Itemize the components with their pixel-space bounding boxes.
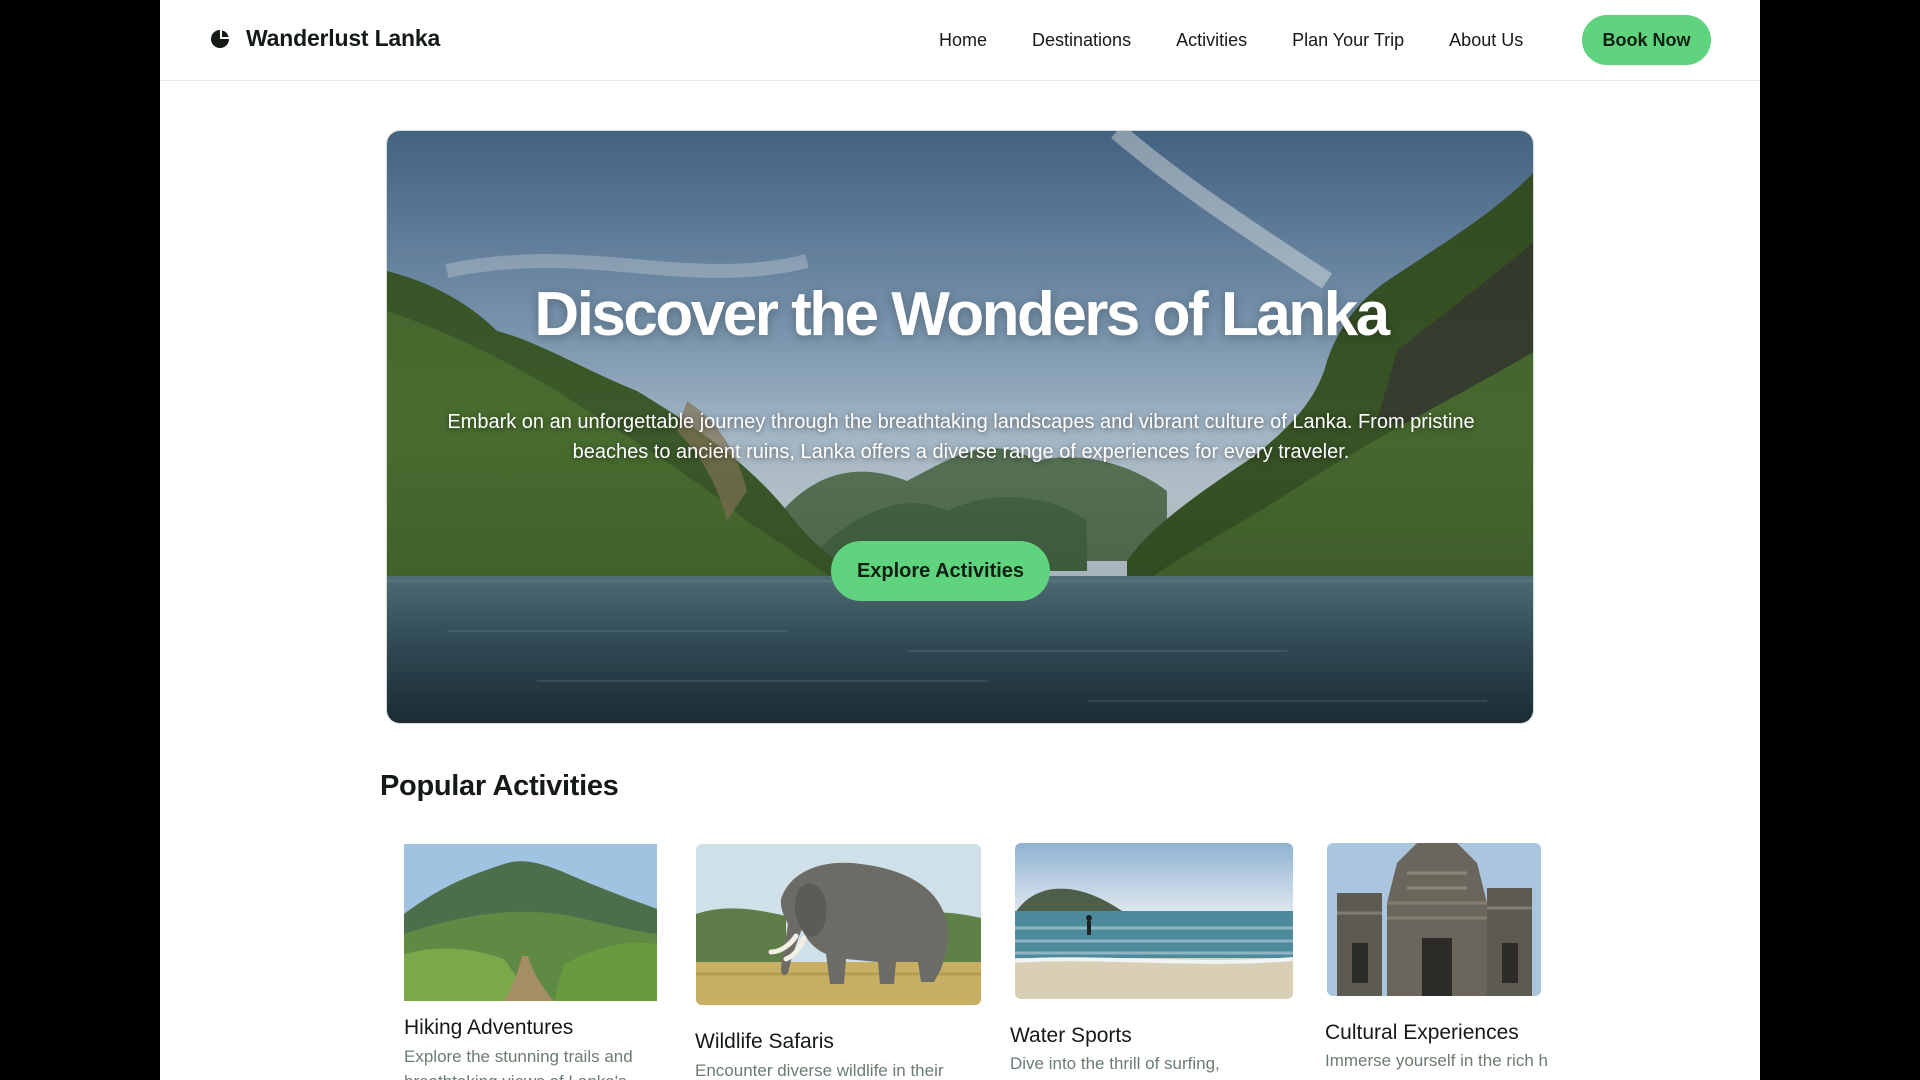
beach-surfer-image bbox=[1015, 843, 1293, 999]
activity-description: Encounter diverse wildlife in their bbox=[695, 1061, 944, 1080]
mountain-trail-image bbox=[404, 844, 657, 1001]
activity-image bbox=[696, 844, 981, 1005]
activity-description: Dive into the thrill of surfing, bbox=[1010, 1054, 1220, 1073]
elephant-image bbox=[696, 844, 981, 1005]
activities-list: Hiking Adventures Explore the stunning t… bbox=[160, 0, 1760, 1080]
activity-image bbox=[404, 844, 657, 1001]
activity-image bbox=[1015, 843, 1293, 999]
activity-title: Water Sports bbox=[1010, 1024, 1132, 1047]
activity-title: Hiking Adventures bbox=[404, 1016, 574, 1039]
page: Wanderlust Lanka Home Destinations Activ… bbox=[160, 0, 1760, 1080]
activity-title: Cultural Experiences bbox=[1325, 1021, 1519, 1044]
ancient-temple-image bbox=[1327, 843, 1541, 996]
activity-title: Wildlife Safaris bbox=[695, 1030, 834, 1053]
activity-description: Explore the stunning trails and breathta… bbox=[404, 1047, 633, 1080]
activity-image bbox=[1327, 843, 1541, 996]
activity-description: Immerse yourself in the rich h bbox=[1325, 1051, 1548, 1070]
